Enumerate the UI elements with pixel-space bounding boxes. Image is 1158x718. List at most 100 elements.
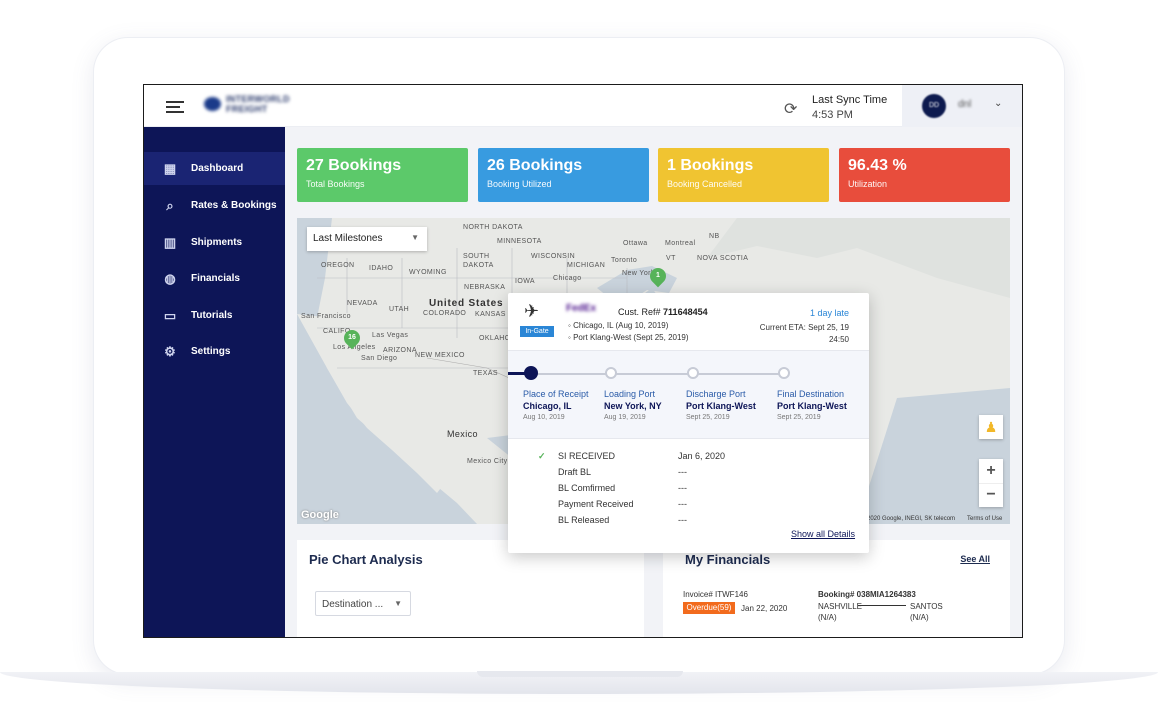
sidebar-item-label: Shipments	[191, 237, 243, 248]
map-label: OREGON	[321, 262, 355, 269]
stat-card-booking-cancelled[interactable]: 1 Bookings Booking Cancelled	[658, 148, 829, 202]
milestone-date: ---	[678, 483, 687, 493]
map-label: ARIZONA	[383, 347, 417, 354]
sidebar-item-settings[interactable]: ⚙ Settings	[144, 335, 285, 368]
search-icon: ⌕	[166, 197, 174, 213]
chevron-down-icon[interactable]: ⌄	[994, 98, 1002, 109]
map-pin[interactable]: 16	[340, 326, 364, 350]
stat-card-utilization[interactable]: 96.43 % Utilization	[839, 148, 1010, 202]
brand-logo[interactable]: INTERWORLD FREIGHT	[204, 94, 328, 114]
map-label: Las Vegas	[372, 332, 409, 339]
zoom-control: + −	[979, 459, 1003, 507]
destination-text: Port Klang-West (Sept 25, 2019)	[573, 333, 689, 342]
milestone-date: ---	[678, 499, 687, 509]
map-label: Toronto	[611, 257, 638, 264]
step-place: Chicago, IL	[523, 401, 572, 411]
stat-card-total-bookings[interactable]: 27 Bookings Total Bookings	[297, 148, 468, 202]
route-destination: ◦ Port Klang-West (Sept 25, 2019)	[568, 333, 689, 342]
sidebar-item-label: Tutorials	[191, 310, 233, 321]
map-label: KANSAS	[475, 311, 506, 318]
milestone-name: BL Comfirmed	[558, 483, 616, 493]
panel-title: My Financials	[685, 552, 771, 567]
route-to: SANTOS	[910, 602, 943, 611]
milestone-row: BL Released ---	[508, 515, 869, 529]
stat-label: Total Bookings	[306, 179, 365, 189]
stat-value: 27 Bookings	[306, 157, 402, 174]
location-pin-icon	[778, 367, 790, 379]
zoom-in-button[interactable]: +	[979, 459, 1003, 483]
financials-icon: ◍	[164, 270, 176, 286]
map-label: COLORADO	[423, 310, 467, 317]
map-label: MICHIGAN	[567, 262, 606, 269]
invoice-number[interactable]: Invoice# ITWF146	[683, 590, 748, 599]
popup-header: ✈ In-Gate FedEx Cust. Ref# 711648454 ◦ C…	[508, 293, 869, 351]
booking-number[interactable]: Booking# 038MIA1264383	[818, 590, 916, 599]
milestone-row: BL Comfirmed ---	[508, 483, 869, 497]
destination-select[interactable]: Destination ... ▼	[315, 591, 411, 616]
step-discharge-port: Discharge Port Port Klang-West Sept 25, 20…	[686, 388, 756, 424]
map-label: NEVADA	[347, 300, 378, 307]
stat-label: Utilization	[848, 179, 888, 189]
carrier-name: FedEx	[566, 303, 597, 314]
eta-text: Current ETA: Sept 25, 19	[759, 323, 849, 332]
show-all-details-link[interactable]: Show all Details	[791, 529, 855, 539]
pin-count: 1	[656, 272, 660, 279]
origin-text: Chicago, IL (Aug 10, 2019)	[573, 321, 669, 330]
sidebar-item-label: Settings	[191, 346, 231, 357]
map-label: IDAHO	[369, 265, 394, 272]
sidebar-item-dashboard[interactable]: ▦ Dashboard	[144, 152, 285, 185]
sidebar-item-rates-bookings[interactable]: ⌕ Rates & Bookings	[144, 189, 285, 222]
map-label: UTAH	[389, 306, 410, 313]
step-place: Port Klang-West	[686, 401, 756, 411]
avatar[interactable]: DD	[922, 94, 946, 118]
step-place-of-receipt: Place of Receipt Chicago, IL Aug 10, 2019	[523, 388, 589, 424]
laptop-notch	[477, 671, 683, 677]
map-label: VT	[666, 255, 676, 262]
stat-value: 26 Bookings	[487, 157, 583, 174]
map-label: SOUTH DAKOTA	[463, 253, 494, 269]
milestone-row: Payment Received ---	[508, 499, 869, 513]
sidebar-item-shipments[interactable]: ▥ Shipments	[144, 226, 285, 259]
chevron-down-icon: ▼	[394, 599, 402, 608]
current-eta: Current ETA: Sept 25, 19 24:50	[760, 322, 849, 346]
step-date: Aug 19, 2019	[604, 414, 646, 421]
route-from: NASHVILLE	[818, 602, 863, 611]
ship-icon	[524, 366, 538, 380]
step-place: New York, NY	[604, 401, 662, 411]
milestone-row: Draft BL ---	[508, 467, 869, 481]
user-menu[interactable]: DD dnl ⌄	[902, 85, 1022, 127]
route-from-sub: (N/A)	[818, 613, 837, 622]
overdue-badge: Overdue(59)	[683, 602, 735, 614]
map-label: WISCONSIN	[531, 253, 576, 260]
map-label: San Francisco	[301, 313, 351, 320]
sync-label: Last Sync Time	[812, 94, 888, 106]
sidebar: ▦ Dashboard ⌕ Rates & Bookings ▥ Shipments …	[144, 127, 285, 637]
map-label: NORTH DAKOTA	[463, 224, 523, 231]
terms-link[interactable]: Terms of Use	[967, 516, 1002, 522]
map-label: OKLAHO	[479, 335, 511, 342]
milestone-row: ✓ SI RECEIVED Jan 6, 2020	[508, 451, 869, 465]
see-all-link[interactable]: See All	[960, 554, 990, 564]
gear-icon: ⚙	[164, 343, 176, 359]
sync-icon[interactable]: ⟳	[784, 99, 797, 119]
map-attribution: 2020 Google, INEGI, SK telecom	[867, 516, 956, 522]
pie-chart-panel: Pie Chart Analysis Destination ... ▼	[297, 540, 644, 637]
dropdown-value: Last Milestones	[313, 233, 383, 244]
step-title: Final Destination	[777, 389, 845, 399]
stat-card-booking-utilized[interactable]: 26 Bookings Booking Utilized	[478, 148, 649, 202]
milestone-name: BL Released	[558, 515, 610, 525]
milestone-name: Payment Received	[558, 499, 634, 509]
map-pin[interactable]: 1	[646, 264, 670, 288]
zoom-out-button[interactable]: −	[979, 483, 1003, 507]
route-to-sub: (N/A)	[910, 613, 929, 622]
sidebar-item-financials[interactable]: ◍ Financials	[144, 262, 285, 295]
sidebar-item-tutorials[interactable]: ▭ Tutorials	[144, 299, 285, 332]
top-bar: INTERWORLD FREIGHT ⟳ Last Sync Time 4:53…	[144, 85, 1022, 127]
milestone-filter-dropdown[interactable]: Last Milestones ▼	[307, 227, 427, 251]
menu-icon[interactable]	[166, 101, 184, 116]
carrier-logo: FedEx	[566, 303, 604, 314]
map-label: Ottawa	[623, 240, 648, 247]
chevron-down-icon: ▼	[411, 233, 419, 242]
street-view-icon[interactable]: ♟	[979, 415, 1003, 439]
map-label: United States	[429, 298, 504, 309]
